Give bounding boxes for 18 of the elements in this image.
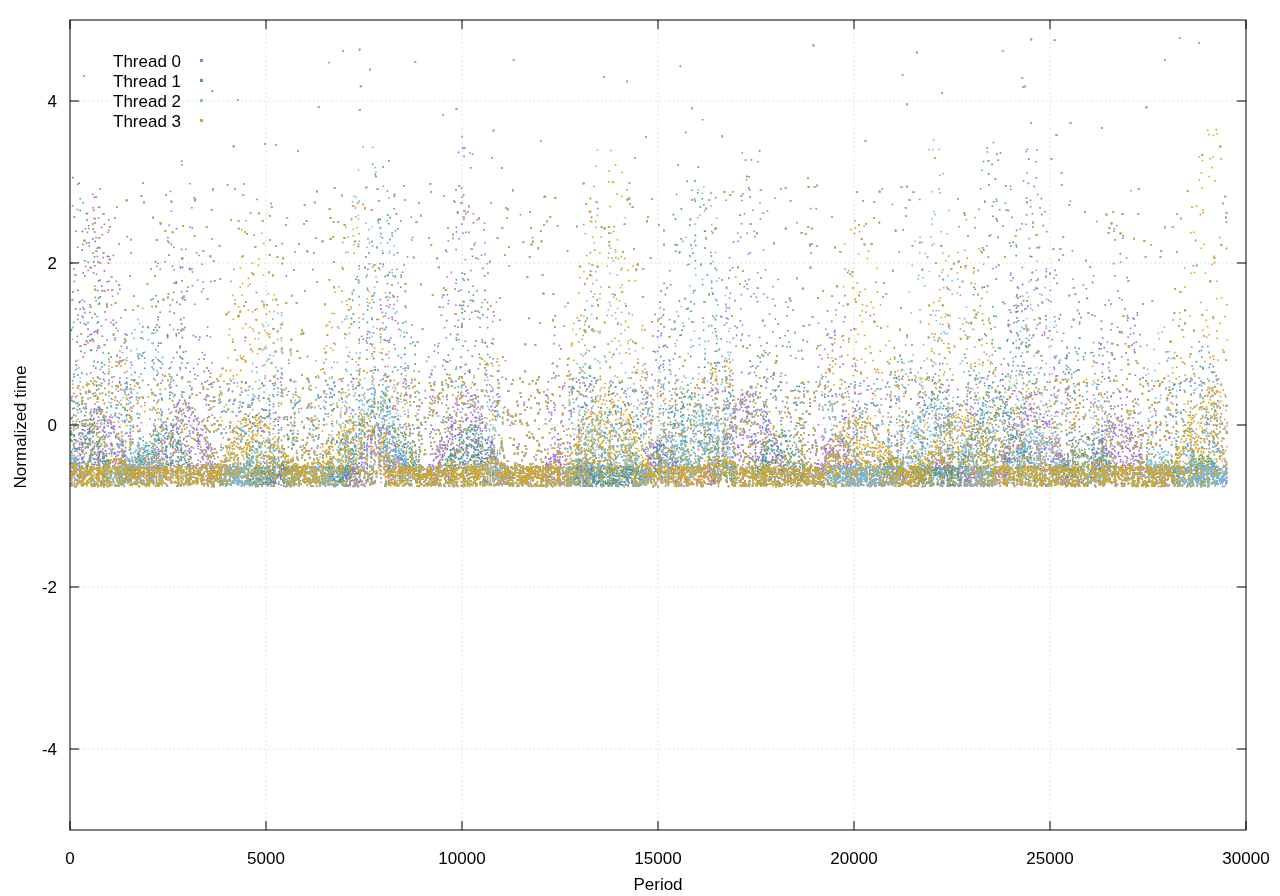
y-tick-label: -2: [41, 578, 57, 597]
x-tick-label: 25000: [1026, 849, 1074, 868]
legend-label: Thread 0: [113, 52, 182, 71]
x-tick-label: 0: [65, 849, 75, 868]
y-axis-title: Normalized time: [11, 365, 30, 489]
legend-label: Thread 1: [113, 72, 182, 91]
y-tick-label: 4: [47, 92, 57, 111]
legend-label: Thread 3: [113, 112, 182, 131]
y-tick-label: -4: [41, 740, 57, 759]
x-axis-title: Period: [633, 875, 683, 894]
y-tick-label: 2: [47, 254, 57, 273]
x-tick-label: 30000: [1222, 849, 1270, 868]
x-tick-label: 15000: [634, 849, 682, 868]
y-tick-label: 0: [47, 416, 57, 435]
x-tick-label: 10000: [438, 849, 486, 868]
x-tick-label: 20000: [830, 849, 878, 868]
legend-label: Thread 2: [113, 92, 182, 111]
x-tick-label: 5000: [247, 849, 285, 868]
